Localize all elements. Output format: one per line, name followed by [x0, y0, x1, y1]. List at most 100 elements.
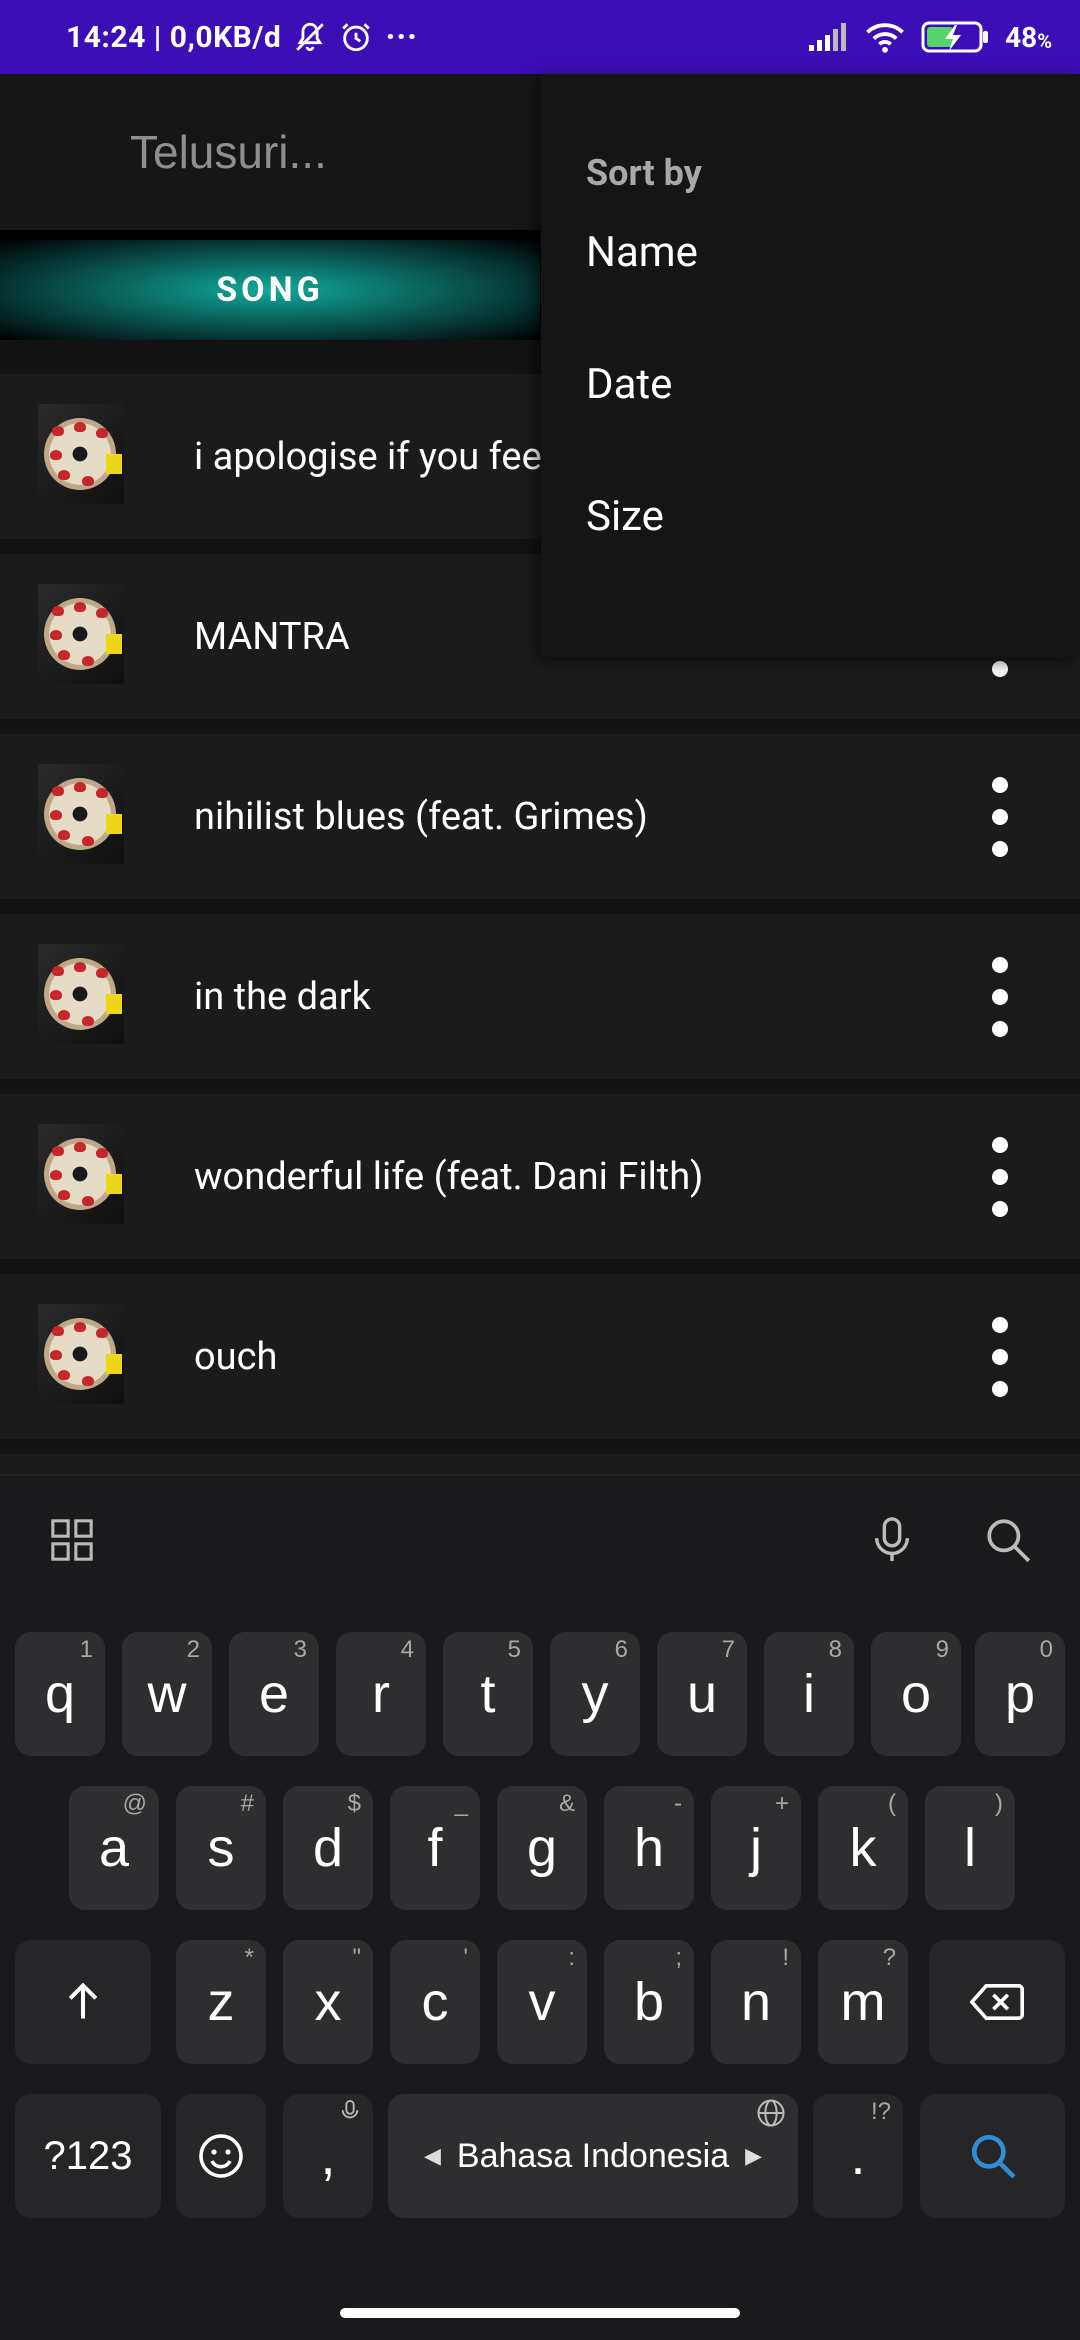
key-hint: &: [558, 1790, 575, 1817]
album-art: [38, 944, 124, 1044]
key-label: y: [581, 1664, 609, 1724]
key-l[interactable]: l): [925, 1786, 1015, 1910]
key-y[interactable]: y6: [550, 1632, 640, 1756]
backspace-icon: [970, 1984, 1024, 2020]
key-label: s: [207, 1818, 235, 1878]
key-t[interactable]: t5: [443, 1632, 533, 1756]
voice-mini-icon: [339, 2098, 361, 2131]
key-label: e: [258, 1664, 290, 1724]
comma-key[interactable]: ,: [283, 2094, 373, 2218]
key-label: a: [98, 1818, 130, 1878]
key-c[interactable]: c ': [390, 1940, 480, 2064]
sort-option-date[interactable]: Date: [541, 318, 1080, 450]
key-label: h: [633, 1818, 665, 1878]
apps-grid-icon[interactable]: [44, 1512, 100, 1568]
battery-charging-icon: [921, 21, 989, 53]
key-h[interactable]: h-: [604, 1786, 694, 1910]
more-status-icon: ···: [385, 17, 418, 57]
status-left: 14:24 | 0,0KB/d ···: [66, 17, 418, 57]
key-hint: @: [122, 1790, 147, 1817]
key-k[interactable]: k(: [818, 1786, 908, 1910]
key-label: z: [207, 1972, 235, 2032]
key-x[interactable]: x ": [283, 1940, 373, 2064]
key-label: i: [803, 1664, 815, 1724]
key-hint: 9: [935, 1636, 949, 1663]
key-s[interactable]: s #: [176, 1786, 266, 1910]
backspace-key[interactable]: [929, 1940, 1065, 2064]
search-action-key[interactable]: [920, 2094, 1065, 2218]
clock-and-data-rate: 14:24 | 0,0KB/d: [66, 19, 282, 55]
gesture-navigation-handle[interactable]: [340, 2308, 740, 2318]
emoji-key[interactable]: [176, 2094, 266, 2218]
key-g[interactable]: g &: [497, 1786, 587, 1910]
period-key[interactable]: . !?: [813, 2094, 903, 2218]
battery-unit: %: [1037, 29, 1052, 53]
shift-arrow-icon: [68, 1982, 98, 2019]
album-art: [38, 764, 124, 864]
key-hint: ;: [675, 1944, 682, 1971]
more-options-icon[interactable]: [980, 956, 1020, 1037]
key-label: g: [526, 1818, 558, 1878]
more-options-icon[interactable]: [980, 1136, 1020, 1217]
key-n[interactable]: n!: [711, 1940, 801, 2064]
key-w[interactable]: w2: [122, 1632, 212, 1756]
key-hint: #: [240, 1790, 254, 1817]
language-left-arrow-icon: ◀: [423, 2143, 441, 2168]
key-label: x: [314, 1972, 342, 2032]
key-label: q: [44, 1664, 76, 1724]
key-m[interactable]: m?: [818, 1940, 908, 2064]
key-hint: -: [674, 1790, 682, 1817]
shift-key[interactable]: [15, 1940, 151, 2064]
key-r[interactable]: r4: [336, 1632, 426, 1756]
key-hint: (: [888, 1790, 896, 1817]
key-b[interactable]: b;: [604, 1940, 694, 2064]
key-i[interactable]: i8: [764, 1632, 854, 1756]
key-hint: !: [782, 1944, 789, 1971]
key-a[interactable]: a @: [69, 1786, 159, 1910]
period-label: .: [850, 2126, 866, 2186]
key-hint: ': [463, 1944, 468, 1971]
key-v[interactable]: v:: [497, 1940, 587, 2064]
key-hint: +: [774, 1790, 789, 1817]
more-options-icon[interactable]: [980, 776, 1020, 857]
key-label: u: [686, 1664, 718, 1724]
search-icon[interactable]: [980, 1512, 1036, 1568]
sort-option-name[interactable]: Name: [541, 186, 1080, 318]
album-art: [38, 1304, 124, 1404]
song-title: wonderful life (feat. Dani Filth): [194, 1154, 704, 1199]
song-row[interactable]: wonderful life (feat. Dani Filth): [0, 1094, 1080, 1259]
key-label: j: [750, 1818, 762, 1878]
key-hint: 1: [79, 1636, 93, 1663]
language-right-arrow-icon: ▶: [745, 2143, 763, 2168]
status-bar: 14:24 | 0,0KB/d ··· 48%: [0, 0, 1080, 74]
key-d[interactable]: d $: [283, 1786, 373, 1910]
key-hint: :: [568, 1944, 575, 1971]
sort-option-size[interactable]: Size: [541, 450, 1080, 582]
key-z[interactable]: z *: [176, 1940, 266, 2064]
key-hint: 5: [507, 1636, 521, 1663]
sort-menu: Sort by Name Date Size: [541, 74, 1080, 657]
symbols-key[interactable]: ?123: [15, 2094, 161, 2218]
song-row[interactable]: nihilist blues (feat. Grimes): [0, 734, 1080, 899]
key-q[interactable]: q1: [15, 1632, 105, 1756]
key-e[interactable]: e3: [229, 1632, 319, 1756]
more-options-icon[interactable]: [980, 1316, 1020, 1397]
song-row-partial: [0, 1454, 1080, 1474]
key-hint: ": [352, 1944, 361, 1971]
tab-song[interactable]: SONG: [0, 240, 540, 340]
key-j[interactable]: j +: [711, 1786, 801, 1910]
status-right: 48%: [809, 0, 1052, 74]
key-label: w: [147, 1664, 187, 1724]
key-o[interactable]: o9: [871, 1632, 961, 1756]
key-hint: *: [244, 1944, 254, 1971]
key-label: d: [312, 1818, 344, 1878]
album-art: [38, 404, 124, 504]
song-row[interactable]: in the dark: [0, 914, 1080, 1079]
emoji-icon: [199, 2134, 243, 2178]
space-key[interactable]: ◀ Bahasa Indonesia ▶: [388, 2094, 798, 2218]
key-p[interactable]: p0: [975, 1632, 1065, 1756]
key-u[interactable]: u7: [657, 1632, 747, 1756]
song-row[interactable]: ouch: [0, 1274, 1080, 1439]
key-f[interactable]: f _: [390, 1786, 480, 1910]
microphone-icon[interactable]: [864, 1512, 920, 1568]
